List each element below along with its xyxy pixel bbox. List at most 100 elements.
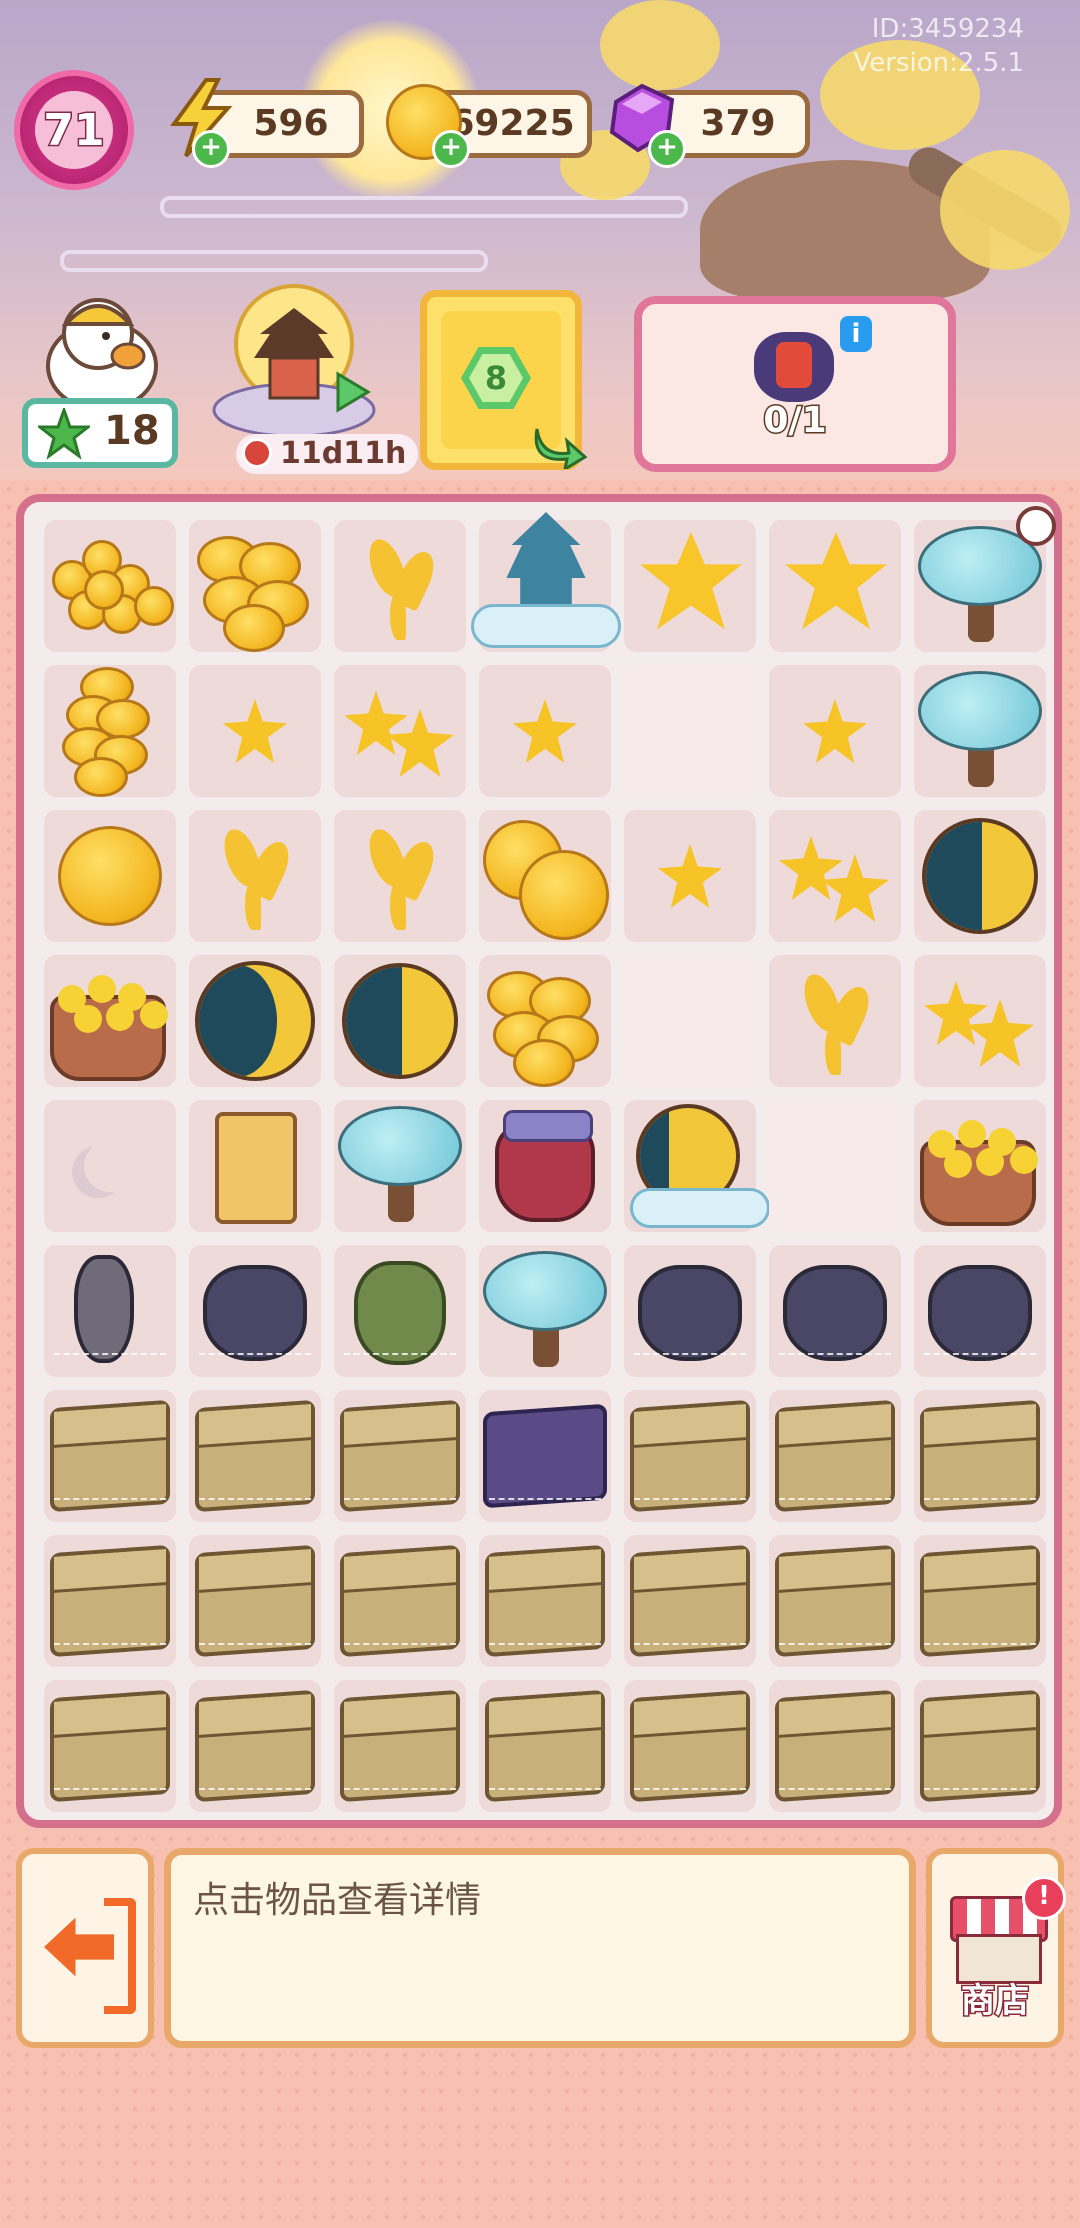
board-cell-half-moon[interactable]: [334, 955, 466, 1087]
box-lid: [924, 1404, 1036, 1448]
board-cell-webbed-box[interactable]: [44, 1680, 176, 1812]
board-cell-webbed-box[interactable]: [44, 1535, 176, 1667]
board-cell-honey-jar[interactable]: [479, 1100, 611, 1232]
hint-text: 点击物品查看详情: [193, 1880, 482, 1921]
energy-value: 596: [253, 103, 329, 144]
board-cell-webbed-pot[interactable]: [914, 1245, 1046, 1377]
card-deck-button[interactable]: 8: [420, 290, 588, 470]
board-cell-webbed-box[interactable]: [769, 1535, 901, 1667]
board-cell-coin-stack[interactable]: [189, 520, 321, 652]
board-cell-coin-stack[interactable]: [479, 955, 611, 1087]
board-cell-webbed-box[interactable]: [334, 1680, 466, 1812]
board-cell-coin-pile[interactable]: [44, 520, 176, 652]
cobweb: [54, 1788, 166, 1810]
box-lid: [634, 1404, 746, 1448]
board-cell-half-moon[interactable]: [914, 810, 1046, 942]
board-cell-moon-tree[interactable]: [914, 506, 1056, 652]
cobweb: [779, 1643, 891, 1665]
board-cell-webbed-pot[interactable]: [189, 1245, 321, 1377]
crescent-moon-icon: [195, 961, 315, 1081]
board-cell-lantern[interactable]: [189, 1100, 321, 1232]
board-cell-golden-sprig[interactable]: [189, 810, 321, 942]
add-gems-button[interactable]: +: [648, 130, 686, 168]
reward-progress-box[interactable]: i 0/1: [634, 296, 956, 472]
cobweb: [924, 1788, 1036, 1810]
board-cell-webbed-box[interactable]: [189, 1680, 321, 1812]
board-cell-petal-star[interactable]: [189, 665, 321, 797]
cobweb: [344, 1498, 456, 1520]
blossom-decoration: [940, 150, 1070, 270]
cardboard-box-icon: [340, 1544, 460, 1658]
board-cell-coin-pair[interactable]: [479, 810, 611, 942]
board-cell-osmanthus-flower[interactable]: [769, 520, 901, 652]
board-cell-moon-cloud[interactable]: [624, 1100, 770, 1232]
board-cell-webbed-box[interactable]: [769, 1390, 901, 1522]
level-badge[interactable]: 71: [14, 70, 134, 190]
board-cell-webbed-box[interactable]: [334, 1535, 466, 1667]
board-cell-petal-star-pair[interactable]: [914, 955, 1046, 1087]
purple-box-icon: [483, 1403, 607, 1509]
board-cell-golden-sprig[interactable]: [769, 955, 901, 1087]
board-cell-flower-basket[interactable]: [914, 1100, 1046, 1232]
board-cell-webbed-vase[interactable]: [44, 1245, 176, 1377]
board-cell-empty[interactable]: [624, 955, 756, 1087]
board-cell-webbed-pot[interactable]: [624, 1245, 756, 1377]
half-moon-icon: [922, 818, 1038, 934]
board-cell-pagoda-island[interactable]: [471, 512, 621, 652]
board-cell-webbed-box[interactable]: [479, 1680, 611, 1812]
info-icon[interactable]: i: [840, 316, 872, 352]
board-cell-flower-basket[interactable]: [44, 955, 176, 1087]
door-icon: [104, 1898, 136, 2014]
board-cell-moon-tree[interactable]: [479, 1245, 611, 1377]
board-cell-webbed-box[interactable]: [914, 1535, 1046, 1667]
board-cell-osmanthus-flower[interactable]: [624, 520, 756, 652]
board-cell-crescent-moon[interactable]: [189, 955, 321, 1087]
board-cell-petal-star[interactable]: [624, 810, 756, 942]
box-lid: [489, 1694, 601, 1738]
cobweb: [344, 1643, 456, 1665]
board-cell-webbed-purple-box[interactable]: [479, 1390, 611, 1522]
board-cell-petal-star[interactable]: [769, 665, 901, 797]
board-cell-webbed-pot[interactable]: [769, 1245, 901, 1377]
moon-shadow: [926, 822, 983, 930]
board-cell-webbed-box[interactable]: [914, 1390, 1046, 1522]
coin-icon: [134, 586, 174, 626]
board-cell-moon-placeholder[interactable]: [44, 1100, 176, 1232]
board-cell-golden-sprig[interactable]: [334, 520, 466, 652]
board-cell-moon-tree[interactable]: [914, 665, 1046, 797]
board-cell-webbed-box[interactable]: [189, 1390, 321, 1522]
petal-star-icon: [658, 844, 722, 908]
duck-star-counter[interactable]: 18: [22, 398, 178, 468]
golden-sprig-icon: [390, 590, 406, 640]
board-cell-gold-coin[interactable]: [44, 810, 176, 942]
board-cell-webbed-box[interactable]: [479, 1535, 611, 1667]
board-cell-petal-star-pair[interactable]: [769, 810, 901, 942]
shop-button[interactable]: ! 商店: [926, 1848, 1066, 2048]
board-cell-golden-sprig[interactable]: [334, 810, 466, 942]
board-cell-webbed-box[interactable]: [44, 1390, 176, 1522]
event-timer: 11d11h: [236, 434, 419, 474]
cardboard-box-icon: [630, 1544, 750, 1658]
add-energy-button[interactable]: +: [192, 130, 230, 168]
event-pagoda-icon[interactable]: [208, 282, 378, 442]
board-cell-petal-star[interactable]: [479, 665, 611, 797]
board-cell-empty[interactable]: [769, 1100, 901, 1232]
board-cell-webbed-box[interactable]: [624, 1390, 756, 1522]
board-cell-webbed-green-jar[interactable]: [334, 1245, 466, 1377]
cardboard-box-icon: [775, 1544, 895, 1658]
add-coins-button[interactable]: +: [432, 130, 470, 168]
board-cell-webbed-box[interactable]: [189, 1535, 321, 1667]
board-cell-webbed-box[interactable]: [624, 1535, 756, 1667]
duck-builder-icon[interactable]: [36, 282, 176, 412]
board-cell-coin-tower[interactable]: [44, 665, 176, 797]
board-cell-webbed-box[interactable]: [624, 1680, 756, 1812]
board-cell-moon-tree[interactable]: [334, 1100, 466, 1232]
board-cell-webbed-box[interactable]: [914, 1680, 1046, 1812]
coin-icon: [74, 757, 128, 797]
board-cell-webbed-box[interactable]: [334, 1390, 466, 1522]
board-cell-empty[interactable]: [624, 665, 756, 797]
exit-button[interactable]: [16, 1848, 154, 2048]
cardboard-box-icon: [195, 1399, 315, 1513]
board-cell-webbed-box[interactable]: [769, 1680, 901, 1812]
board-cell-petal-star-pair[interactable]: [334, 665, 466, 797]
